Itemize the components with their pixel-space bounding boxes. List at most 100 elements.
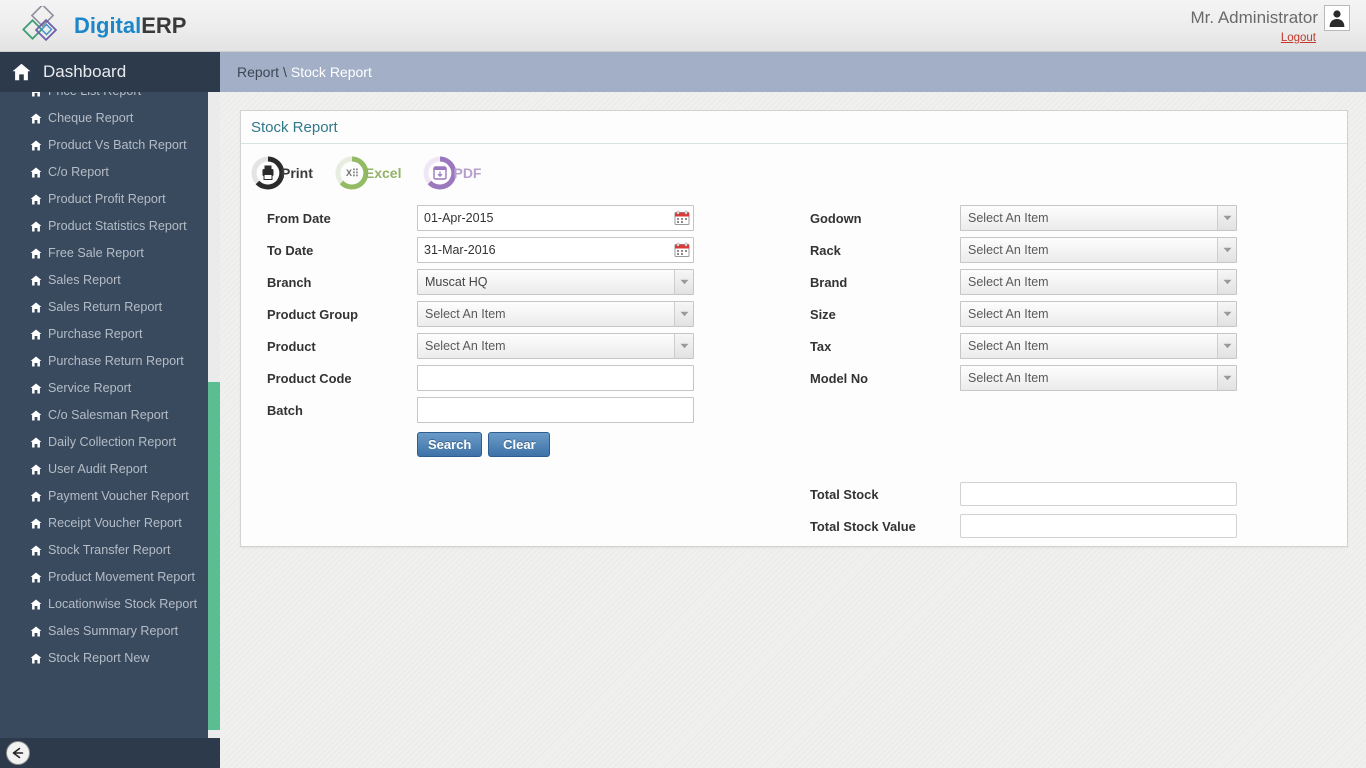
dropdown-size[interactable]: Select An Item xyxy=(960,301,1237,327)
dropdown-product[interactable]: Select An Item xyxy=(417,333,694,359)
svg-text:X: X xyxy=(346,168,352,178)
sidebar-item-product-vs-batch-report[interactable]: Product Vs Batch Report xyxy=(0,132,208,159)
breadcrumb: Report \ Stock Report xyxy=(220,52,1366,92)
sidebar-item-product-movement-report[interactable]: Product Movement Report xyxy=(0,564,208,591)
avatar[interactable] xyxy=(1324,5,1350,31)
chevron-down-icon xyxy=(1223,215,1231,221)
sidebar-item-locationwise-stock-report[interactable]: Locationwise Stock Report xyxy=(0,591,208,618)
home-icon-wrap xyxy=(30,596,42,617)
input-to-date[interactable] xyxy=(417,237,694,263)
sidebar-item-sales-report[interactable]: Sales Report xyxy=(0,267,208,294)
sidebar-item-sales-return-report[interactable]: Sales Return Report xyxy=(0,294,208,321)
sidebar-item-cheque-report[interactable]: Cheque Report xyxy=(0,105,208,132)
dropdown-brand[interactable]: Select An Item xyxy=(960,269,1237,295)
sidebar-scrollbar-thumb[interactable] xyxy=(208,382,220,730)
sidebar-item-payment-voucher-report[interactable]: Payment Voucher Report xyxy=(0,483,208,510)
home-icon-wrap xyxy=(30,650,42,671)
sidebar-item-product-profit-report[interactable]: Product Profit Report xyxy=(0,186,208,213)
home-icon-wrap xyxy=(30,434,42,455)
sidebar-item-receipt-voucher-report[interactable]: Receipt Voucher Report xyxy=(0,510,208,537)
dropdown-godown[interactable]: Select An Item xyxy=(960,205,1237,231)
input-total-stock-value[interactable] xyxy=(960,514,1237,538)
sidebar-item-stock-report-new[interactable]: Stock Report New xyxy=(0,645,208,672)
sidebar-item-free-sale-report[interactable]: Free Sale Report xyxy=(0,240,208,267)
sidebar-item-label: User Audit Report xyxy=(48,462,148,476)
pdf-button-label: PDF xyxy=(453,165,482,181)
dropdown-product-group[interactable]: Select An Item xyxy=(417,301,694,327)
dropdown-godown-arrow[interactable] xyxy=(1217,206,1236,230)
sidebar-item-product-statistics-report[interactable]: Product Statistics Report xyxy=(0,213,208,240)
input-total-stock[interactable] xyxy=(960,482,1237,506)
input-product-code[interactable] xyxy=(417,365,694,391)
sidebar-item-user-audit-report[interactable]: User Audit Report xyxy=(0,456,208,483)
home-icon xyxy=(30,140,42,151)
clear-button[interactable]: Clear xyxy=(488,432,551,457)
page-title: Stock Report xyxy=(251,118,338,136)
sidebar-item-service-report[interactable]: Service Report xyxy=(0,375,208,402)
field-to-date xyxy=(417,237,694,263)
home-icon xyxy=(12,63,31,81)
dropdown-brand-value: Select An Item xyxy=(968,275,1049,289)
excel-button-label: Excel xyxy=(364,165,402,181)
home-icon xyxy=(30,464,42,475)
dropdown-rack-arrow[interactable] xyxy=(1217,238,1236,262)
label-batch: Batch xyxy=(267,402,303,418)
logout-link[interactable]: Logout xyxy=(1190,32,1316,44)
dropdown-branch-arrow[interactable] xyxy=(674,270,693,294)
field-brand: Select An Item xyxy=(960,269,1237,295)
home-icon xyxy=(30,194,42,205)
dropdown-tax-arrow[interactable] xyxy=(1217,334,1236,358)
report-toolbar: Print X Excel PDF xyxy=(241,144,1347,190)
sidebar-collapse-button[interactable] xyxy=(6,741,30,765)
dropdown-model-no[interactable]: Select An Item xyxy=(960,365,1237,391)
sidebar-item-label: Purchase Return Report xyxy=(48,354,184,368)
dropdown-brand-arrow[interactable] xyxy=(1217,270,1236,294)
breadcrumb-parent[interactable]: Report xyxy=(237,64,279,80)
stock-report-panel: Stock Report Print X Excel PDF From Date… xyxy=(240,110,1348,547)
field-size: Select An Item xyxy=(960,301,1237,327)
field-product: Select An Item xyxy=(417,333,694,359)
sidebar-item-purchase-return-report[interactable]: Purchase Return Report xyxy=(0,348,208,375)
sidebar-dashboard-header[interactable]: Dashboard xyxy=(0,52,220,92)
dropdown-size-arrow[interactable] xyxy=(1217,302,1236,326)
home-icon-wrap xyxy=(30,272,42,293)
dropdown-product-arrow[interactable] xyxy=(674,334,693,358)
dropdown-tax[interactable]: Select An Item xyxy=(960,333,1237,359)
sidebar-item-daily-collection-report[interactable]: Daily Collection Report xyxy=(0,429,208,456)
excel-button[interactable]: X Excel xyxy=(335,156,402,190)
sidebar-item-sales-summary-report[interactable]: Sales Summary Report xyxy=(0,618,208,645)
input-from-date[interactable] xyxy=(417,205,694,231)
home-icon xyxy=(30,113,42,124)
diamonds-logo-icon xyxy=(22,6,58,42)
home-icon xyxy=(30,518,42,529)
label-total-stock-value: Total Stock Value xyxy=(810,518,916,534)
sidebar-item-c-o-salesman-report[interactable]: C/o Salesman Report xyxy=(0,402,208,429)
calendar-icon[interactable] xyxy=(674,210,690,226)
stock-report-form: From Date To Date Branch Muscat HQ Product G… xyxy=(241,202,1347,538)
input-batch[interactable] xyxy=(417,397,694,423)
form-row-from-date: From Date xyxy=(267,202,727,234)
calendar-icon[interactable] xyxy=(674,242,690,258)
form-row-size: Size Select An Item xyxy=(810,298,1270,330)
search-button[interactable]: Search xyxy=(417,432,483,457)
print-button[interactable]: Print xyxy=(251,156,313,190)
dropdown-model-no-arrow[interactable] xyxy=(1217,366,1236,390)
label-size: Size xyxy=(810,306,836,322)
chevron-down-icon xyxy=(1223,279,1231,285)
sidebar-item-label: Product Vs Batch Report xyxy=(48,138,187,152)
breadcrumb-separator: \ xyxy=(283,64,287,80)
form-row-tax: Tax Select An Item xyxy=(810,330,1270,362)
sidebar-item-stock-transfer-report[interactable]: Stock Transfer Report xyxy=(0,537,208,564)
label-branch: Branch xyxy=(267,274,312,290)
home-icon xyxy=(30,356,42,367)
sidebar-item-c-o-report[interactable]: C/o Report xyxy=(0,159,208,186)
pdf-button[interactable]: PDF xyxy=(423,156,481,190)
home-icon xyxy=(30,167,42,178)
label-tax: Tax xyxy=(810,338,832,354)
dropdown-product-group-arrow[interactable] xyxy=(674,302,693,326)
dropdown-rack[interactable]: Select An Item xyxy=(960,237,1237,263)
dropdown-branch[interactable]: Muscat HQ xyxy=(417,269,694,295)
sidebar-dashboard-label: Dashboard xyxy=(43,62,127,81)
brand-logo[interactable]: DigitalERP xyxy=(22,6,186,46)
sidebar-item-purchase-report[interactable]: Purchase Report xyxy=(0,321,208,348)
